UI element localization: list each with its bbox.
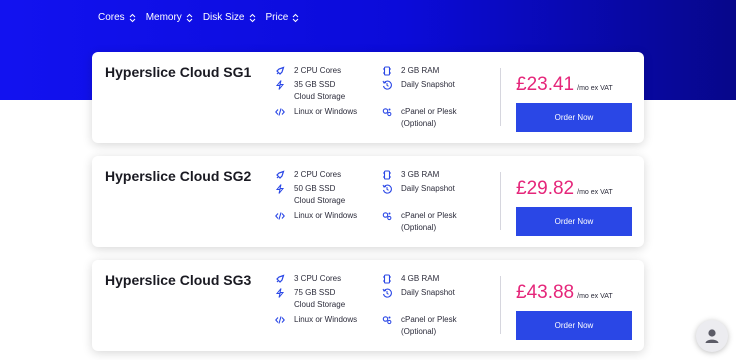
feature-panel-text: cPanel or Plesk (Optional) — [401, 211, 457, 232]
feature-cores-text: 2 CPU Cores — [294, 66, 342, 75]
feature-snapshot-text: Daily Snapshot — [401, 288, 455, 297]
feature-snapshot-text: Daily Snapshot — [401, 184, 455, 193]
memory-chip-icon — [383, 66, 391, 76]
code-icon — [275, 108, 285, 116]
feature-ram: 4 GB RAM — [382, 273, 465, 285]
price: £29.82 /mo ex VAT — [516, 178, 613, 200]
gears-icon — [382, 316, 392, 325]
price-amount: £29.82 — [516, 178, 575, 199]
order-now-button[interactable]: Order Now — [516, 103, 632, 132]
feature-cores: 2 CPU Cores — [275, 65, 358, 77]
feature-ram-text: 2 GB RAM — [401, 66, 440, 75]
feature-panel: cPanel or Plesk (Optional) — [382, 106, 465, 130]
divider — [500, 68, 501, 126]
price: £43.88 /mo ex VAT — [516, 282, 613, 304]
code-icon — [275, 316, 285, 324]
rocket-icon — [276, 170, 285, 179]
sort-cores[interactable]: Cores — [98, 12, 136, 24]
feature-storage: 35 GB SSD Cloud Storage — [275, 79, 358, 103]
rocket-icon — [276, 274, 285, 283]
sort-icon — [186, 13, 193, 23]
feature-panel: cPanel or Plesk (Optional) — [382, 314, 465, 338]
sort-memory-label: Memory — [145, 12, 182, 23]
feature-os: Linux or Windows — [275, 106, 358, 118]
feature-storage-text: 35 GB SSD Cloud Storage — [294, 80, 346, 101]
code-icon — [275, 212, 285, 220]
sort-icon — [129, 13, 136, 23]
sort-disk-size[interactable]: Disk Size — [203, 12, 256, 24]
gears-icon — [382, 212, 392, 221]
feature-storage-text: 50 GB SSD Cloud Storage — [294, 184, 346, 205]
feature-storage: 50 GB SSD Cloud Storage — [275, 183, 358, 207]
feature-os: Linux or Windows — [275, 210, 358, 222]
bolt-icon — [275, 80, 285, 90]
sort-price-label: Price — [265, 12, 289, 23]
feature-cores: 3 CPU Cores — [275, 273, 358, 285]
sort-filter-bar: Cores Memory Disk Size Price — [98, 12, 299, 24]
feature-snapshot-text: Daily Snapshot — [401, 80, 455, 89]
plan-name: Hyperslice Cloud SG3 — [105, 272, 252, 288]
bolt-icon — [275, 184, 285, 194]
feature-panel-text: cPanel or Plesk (Optional) — [401, 107, 457, 128]
price-amount: £23.41 — [516, 74, 575, 95]
feature-snapshot: Daily Snapshot — [382, 287, 465, 299]
price-unit: /mo ex VAT — [577, 85, 613, 92]
feature-cores-text: 3 CPU Cores — [294, 274, 342, 283]
feature-panel-text: cPanel or Plesk (Optional) — [401, 315, 457, 336]
sort-icon — [249, 13, 255, 23]
user-avatar-icon — [705, 329, 719, 343]
feature-snapshot: Daily Snapshot — [382, 183, 465, 195]
feature-ram-text: 4 GB RAM — [401, 274, 440, 283]
history-icon — [382, 288, 392, 298]
feature-cores: 2 CPU Cores — [275, 169, 358, 181]
order-now-button[interactable]: Order Now — [516, 311, 632, 340]
feature-ram-text: 3 GB RAM — [401, 170, 440, 179]
order-now-button[interactable]: Order Now — [516, 207, 632, 236]
memory-chip-icon — [383, 274, 391, 284]
history-icon — [382, 184, 392, 194]
feature-storage-text: 75 GB SSD Cloud Storage — [294, 288, 346, 309]
price: £23.41 /mo ex VAT — [516, 74, 613, 96]
plan-name: Hyperslice Cloud SG2 — [105, 168, 252, 184]
gears-icon — [382, 108, 392, 117]
feature-ram: 3 GB RAM — [382, 169, 465, 181]
rocket-icon — [276, 66, 285, 75]
sort-disk-size-label: Disk Size — [202, 12, 245, 23]
feature-os-text: Linux or Windows — [294, 211, 358, 220]
feature-storage: 75 GB SSD Cloud Storage — [275, 287, 358, 311]
support-chat-button[interactable] — [696, 320, 728, 352]
plan-card: Hyperslice Cloud SG2 2 CPU Cores 50 GB S… — [92, 156, 644, 247]
price-amount: £43.88 — [516, 282, 575, 303]
sort-cores-label: Cores — [98, 12, 125, 23]
bolt-icon — [275, 288, 285, 298]
sort-icon — [292, 13, 299, 23]
divider — [500, 172, 501, 230]
feature-os-text: Linux or Windows — [294, 315, 358, 324]
feature-os: Linux or Windows — [275, 314, 358, 326]
feature-panel: cPanel or Plesk (Optional) — [382, 210, 465, 234]
feature-cores-text: 2 CPU Cores — [294, 170, 342, 179]
plan-name: Hyperslice Cloud SG1 — [105, 64, 252, 80]
history-icon — [382, 80, 392, 90]
price-unit: /mo ex VAT — [577, 189, 613, 196]
plan-card: Hyperslice Cloud SG1 2 CPU Cores 35 GB S… — [92, 52, 644, 143]
divider — [500, 276, 501, 334]
feature-snapshot: Daily Snapshot — [382, 79, 465, 91]
feature-ram: 2 GB RAM — [382, 65, 465, 77]
memory-chip-icon — [383, 170, 391, 180]
plan-card: Hyperslice Cloud SG3 3 CPU Cores 75 GB S… — [92, 260, 644, 351]
sort-price[interactable]: Price — [266, 12, 300, 24]
feature-os-text: Linux or Windows — [294, 107, 358, 116]
sort-memory[interactable]: Memory — [146, 12, 193, 24]
price-unit: /mo ex VAT — [577, 293, 613, 300]
